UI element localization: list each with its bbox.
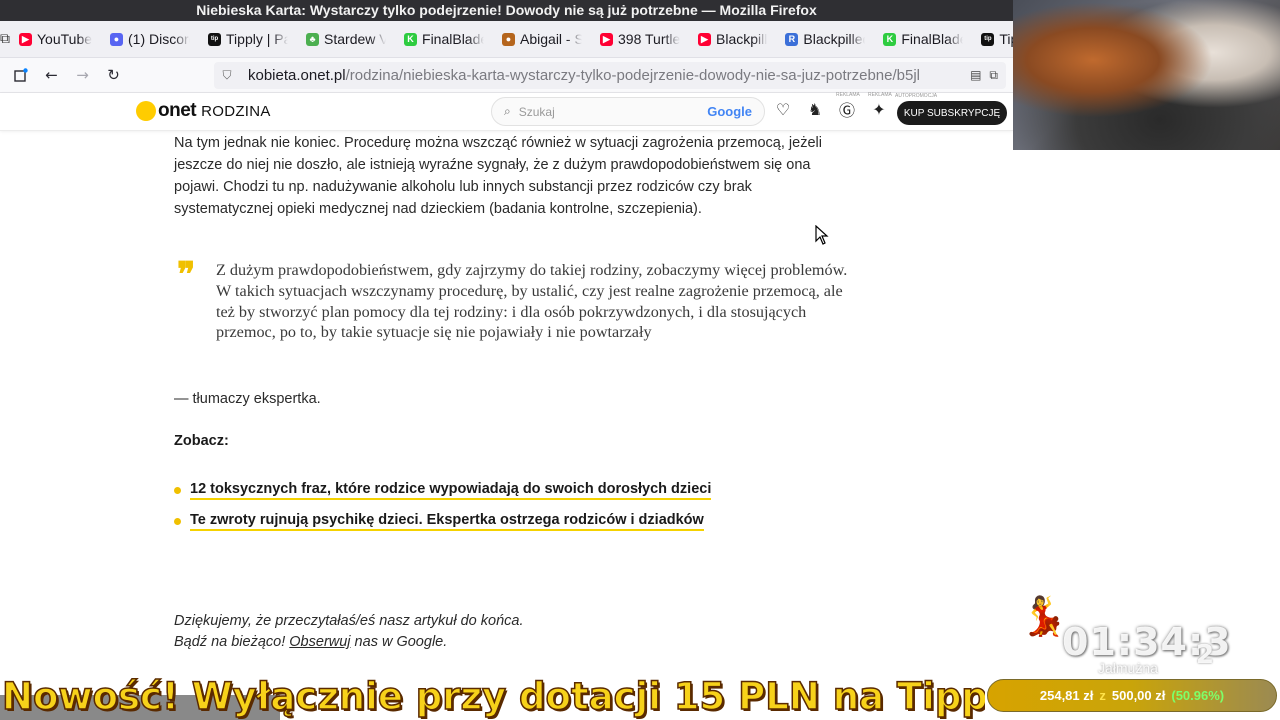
list-item: Te zwroty rujnują psychikę dzieci. Ekspe… [174,506,854,537]
search-box[interactable]: ⌕ Szukaj Google [491,97,765,126]
related-link[interactable]: 12 toksycznych fraz, które rodzice wypow… [190,481,712,501]
donation-ticker: Nowość! Wyłącznie przy dotacji 15 PLN na… [1,676,985,719]
stardew-icon: ♣ [306,32,320,46]
quote-attribution: — tłumaczy ekspertka. [174,391,321,408]
donation-goal-bar: 254,81 zł z 500,00 zł (50.96%) [987,679,1277,712]
tracking-shield-icon[interactable]: ⛉ [216,68,238,83]
thanks-note: Dziękujemy, że przeczytałaś/eś nasz arty… [174,613,524,651]
bookmark-item[interactable]: tip Tipply [972,25,1013,53]
bookmark-label: (1) Discord [128,31,191,47]
bookmark-item[interactable]: ♣ Stardew Valley [297,25,395,53]
bookmark-label: Abigail - Stardew [520,31,582,47]
bookmark-item[interactable]: ▶ 398 Turtles [591,25,689,53]
stream-timer-digit: 2 [1196,640,1215,670]
url-bar[interactable]: ⛉ kobieta.onet.pl/rodzina/niebieska-kart… [214,62,1006,89]
site-header: onet RODZINA ⌕ Szukaj Google ♡ ♞ REKLAMA… [0,92,1013,131]
reload-icon[interactable]: ↻ [99,61,128,90]
goal-target: 500,00 zł [1111,688,1166,703]
bookmark-item[interactable]: tip Tipply | Panel [199,25,297,53]
bookmark-label: Tipply [999,31,1013,47]
onet-logo[interactable]: onet RODZINA [136,100,271,122]
bookmark-label: 398 Turtles [618,31,681,47]
quote-text: Z dużym prawdopodobieństwem, gdy zajrzym… [216,261,848,342]
window-title: Niebieska Karta: Wystarczy tylko podejrz… [0,0,1013,21]
tipply-icon: tip [208,32,222,46]
bookmark-item[interactable]: K FinalBlade [395,25,493,53]
bookmarks-toolbar: ⧉ ▶ YouTube ● (1) Discord tip Tipply | Panel ♣… [0,21,1013,58]
logo-dot-icon [136,101,156,121]
finalblade-icon: K [883,32,897,46]
subscribe-button[interactable]: AUTOPROMOCJA KUP SUBSKRYPCJĘ [895,93,1007,125]
article-paragraph: Na tym jednak nie koniec. Procedurę możn… [174,135,822,217]
reader-view-icon[interactable]: ▤ [970,68,981,83]
bookmark-item[interactable]: ▶ YouTube [10,25,101,53]
goal-current: 254,81 zł [1039,688,1094,703]
bookmark-item[interactable]: R Blackpilled [776,25,874,53]
bookmark-label: Blackpill [716,31,768,47]
mouse-cursor-icon [815,225,829,245]
search-icon: ⌕ [504,104,511,118]
url-text[interactable]: kobieta.onet.pl/rodzina/niebieska-karta-… [248,67,970,84]
tipply-icon: tip [981,32,995,46]
finalblade-icon: K [404,32,418,46]
bullet-icon [174,487,181,495]
youtube-icon: ▶ [19,32,32,46]
bookmark-label: FinalBlade [422,31,485,47]
google-logo: Google [707,104,752,119]
back-icon[interactable]: ← [37,61,66,90]
youtube-icon: ▶ [600,32,614,46]
discord-icon: ● [110,32,124,46]
navigation-bar: ← → ↻ ⛉ kobieta.onet.pl/rodzina/niebiesk… [0,58,1013,93]
bookmark-item[interactable]: K FinalBlade [874,25,972,53]
list-item: 12 toksycznych fraz, które rodzice wypow… [174,475,854,506]
related-links: 12 toksycznych fraz, które rodzice wypow… [174,475,854,537]
sidebar-toggle-icon[interactable] [6,61,35,90]
bookmark-item[interactable]: ● Abigail - Stardew [493,25,591,53]
quote-mark-icon: ❞ [177,257,196,294]
abigail-icon: ● [502,32,516,46]
bookmark-label: Tipply | Panel [226,31,288,47]
picture-in-picture-icon[interactable]: ⧉ [989,68,998,83]
tab-overview-icon[interactable]: ⧉ [0,21,10,57]
section-name[interactable]: RODZINA [201,103,271,120]
expert-quote: ❞ Z dużym prawdopodobieństwem, gdy zajrz… [174,257,854,343]
timer-label: Jałmużna [1098,660,1158,676]
webcam-overlay [1013,0,1280,150]
forward-icon[interactable]: → [68,61,97,90]
follow-google-link[interactable]: Obserwuj [289,634,350,650]
bookmark-label: FinalBlade [901,31,964,47]
bookmark-item[interactable]: ● (1) Discord [101,25,199,53]
goal-percent: (50.96%) [1171,688,1225,703]
youtube-icon: ▶ [698,32,712,46]
bookmark-label: Stardew Valley [324,31,386,47]
ticket-icon[interactable]: REKLAMA ✦ [868,92,892,119]
bookmark-label: Blackpilled [803,31,866,47]
blackpill-icon: R [785,32,799,46]
bookmark-label: YouTube [37,31,93,47]
chess-knight-icon[interactable]: ♞ [805,99,825,119]
bullet-icon [174,518,181,526]
game-g-icon[interactable]: REKLAMA Ⓖ [836,92,860,120]
heart-icon[interactable]: ♡ [773,99,793,119]
bookmark-item[interactable]: ▶ Blackpill [689,25,776,53]
mascot-icon: 💃 [1020,594,1068,638]
related-link[interactable]: Te zwroty rujnują psychikę dzieci. Ekspe… [190,512,704,532]
see-also-heading: Zobacz: [174,433,229,450]
article-body: Na tym jednak nie koniec. Procedurę możn… [174,131,854,653]
search-input[interactable]: Szukaj [519,105,707,119]
